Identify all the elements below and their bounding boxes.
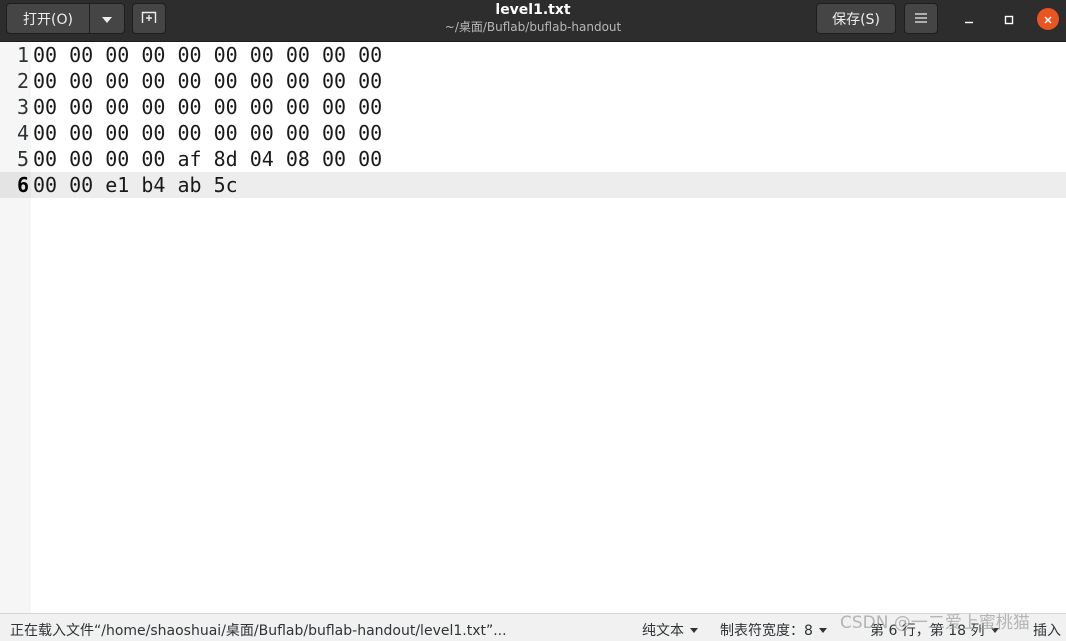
window-subtitle: ~/桌面/Buflab/buflab-handout <box>444 20 622 34</box>
editor-line[interactable]: 2 00 00 00 00 00 00 00 00 00 00 <box>0 68 1066 94</box>
line-text[interactable]: 00 00 00 00 00 00 00 00 00 00 <box>33 42 382 68</box>
line-number: 1 <box>16 43 29 67</box>
line-text[interactable]: 00 00 e1 b4 ab 5c <box>33 172 238 198</box>
file-type-selector[interactable]: 纯文本 <box>642 620 698 640</box>
cursor-position-label: 第 6 行，第 18 列 <box>870 623 985 639</box>
editor-line[interactable]: 4 00 00 00 00 00 00 00 00 00 00 <box>0 120 1066 146</box>
status-message: 正在载入文件“/home/shaoshuai/桌面/Buflab/buflab-… <box>10 623 507 639</box>
window-title: level1.txt <box>495 2 571 18</box>
maximize-icon <box>1004 10 1014 29</box>
chevron-down-icon <box>818 627 827 633</box>
open-button[interactable]: 打开(O) <box>6 3 90 34</box>
tab-width-selector[interactable]: 制表符宽度：8 <box>720 620 827 640</box>
new-tab-button[interactable] <box>132 3 166 34</box>
cursor-position-selector[interactable]: 第 6 行，第 18 列 <box>870 620 999 640</box>
hamburger-icon <box>915 11 927 27</box>
line-number: 6 <box>0 172 31 198</box>
editor-line[interactable]: 1 00 00 00 00 00 00 00 00 00 00 <box>0 42 1066 68</box>
insert-mode-indicator: 插入 <box>1033 620 1061 640</box>
chevron-down-icon <box>102 11 112 27</box>
line-number: 2 <box>16 69 29 93</box>
new-tab-icon <box>141 10 157 28</box>
line-text[interactable]: 00 00 00 00 00 00 00 00 00 00 <box>33 94 382 120</box>
save-button[interactable]: 保存(S) <box>816 3 896 34</box>
open-dropdown-button[interactable] <box>89 3 125 34</box>
chevron-down-icon <box>990 627 999 633</box>
maximize-button[interactable] <box>998 8 1020 30</box>
insert-mode-label: 插入 <box>1033 623 1061 639</box>
text-editor[interactable]: 1 00 00 00 00 00 00 00 00 00 00 2 00 00 … <box>0 42 1066 613</box>
open-button-label: 打开(O) <box>23 11 73 28</box>
line-number: 3 <box>16 95 29 119</box>
minimize-icon <box>964 10 974 29</box>
close-icon <box>1043 10 1053 29</box>
minimize-button[interactable] <box>958 8 980 30</box>
chevron-down-icon <box>690 627 698 633</box>
close-button[interactable] <box>1037 8 1059 30</box>
line-text[interactable]: 00 00 00 00 00 00 00 00 00 00 <box>33 120 382 146</box>
editor-line[interactable]: 5 00 00 00 00 af 8d 04 08 00 00 <box>0 146 1066 172</box>
line-text[interactable]: 00 00 00 00 00 00 00 00 00 00 <box>33 68 382 94</box>
editor-line[interactable]: 3 00 00 00 00 00 00 00 00 00 00 <box>0 94 1066 120</box>
file-type-label: 纯文本 <box>642 623 684 639</box>
header-bar: 打开(O) level1.txt ~/桌面/Buflab/buflab-hand… <box>0 0 1066 42</box>
window-title-area: level1.txt ~/桌面/Buflab/buflab-handout <box>383 2 683 35</box>
tab-width-label: 制表符宽度：8 <box>720 623 813 639</box>
line-text[interactable]: 00 00 00 00 af 8d 04 08 00 00 <box>33 146 382 172</box>
editor-line-current[interactable]: 6 00 00 e1 b4 ab 5c <box>0 172 1066 198</box>
menu-button[interactable] <box>904 3 938 34</box>
line-number: 4 <box>16 121 29 145</box>
status-bar: 正在载入文件“/home/shaoshuai/桌面/Buflab/buflab-… <box>0 613 1066 641</box>
save-button-label: 保存(S) <box>832 11 880 28</box>
line-number: 5 <box>16 147 29 171</box>
